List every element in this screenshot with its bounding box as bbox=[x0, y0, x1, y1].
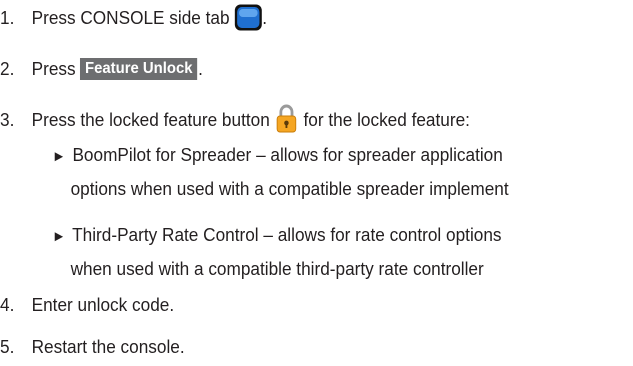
step-text: Restart the console. bbox=[31, 336, 185, 357]
step-text: Press CONSOLE side tab bbox=[31, 7, 230, 28]
step-1: 1. Press CONSOLE side tab . bbox=[0, 2, 267, 34]
step-3: 3. Press the locked feature button for th… bbox=[0, 104, 470, 136]
feature-unlock-button: Feature Unlock bbox=[80, 58, 198, 81]
step-text-end: for the locked feature: bbox=[298, 109, 470, 130]
bullet-arrow-icon: ► bbox=[52, 148, 66, 165]
step-number: 3. bbox=[0, 109, 15, 130]
step-text: Press the locked feature button bbox=[31, 109, 270, 130]
padlock-icon bbox=[276, 104, 297, 133]
bullet-line: Third-Party Rate Control – allows for ra… bbox=[72, 224, 502, 245]
bullet-arrow-icon: ► bbox=[52, 228, 66, 245]
step-text-end: . bbox=[198, 58, 203, 79]
instruction-list: 1. Press CONSOLE side tab . 2. Press Featu… bbox=[0, 0, 633, 366]
console-tab-icon bbox=[234, 4, 262, 31]
step-text: Enter unlock code. bbox=[31, 294, 175, 315]
step-2: 2. Press Feature Unlock. bbox=[0, 53, 203, 85]
bullet-line: BoomPilot for Spreader – allows for spre… bbox=[72, 144, 503, 165]
bullet-line: when used with a compatible third-party … bbox=[70, 258, 484, 279]
bullet-item-2: ► Third-Party Rate Control – allows for … bbox=[52, 219, 502, 285]
step-number: 5. bbox=[0, 336, 15, 357]
bullet-line: options when used with a compatible spre… bbox=[70, 178, 509, 199]
step-4: 4. Enter unlock code. bbox=[0, 289, 174, 321]
step-text: Press bbox=[31, 58, 76, 79]
bullet-item-1: ► BoomPilot for Spreader – allows for sp… bbox=[52, 139, 509, 205]
step-5: 5. Restart the console. bbox=[0, 331, 185, 363]
step-number: 2. bbox=[0, 58, 15, 79]
step-number: 1. bbox=[0, 7, 15, 28]
step-text-end: . bbox=[262, 7, 268, 28]
step-number: 4. bbox=[0, 294, 15, 315]
